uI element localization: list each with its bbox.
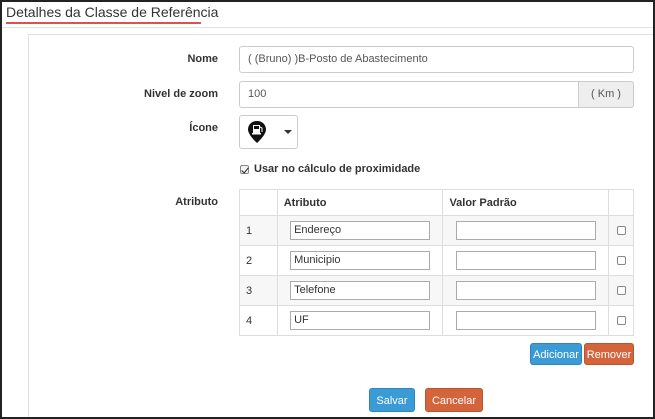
- salvar-button[interactable]: Salvar: [369, 388, 415, 412]
- adicionar-button[interactable]: Adicionar: [530, 343, 582, 365]
- row-checkbox[interactable]: [616, 226, 626, 235]
- page-title: Detalhes da Classe de Referência: [6, 4, 219, 20]
- cancelar-button[interactable]: Cancelar: [425, 388, 483, 412]
- table-row: 4 UF: [239, 305, 634, 336]
- atributo-section-label: Atributo: [175, 196, 218, 208]
- header-atributo: Atributo: [276, 189, 444, 216]
- table-header-row: Atributo Valor Padrão: [239, 189, 634, 216]
- atributo-input[interactable]: UF: [290, 311, 431, 330]
- page-header: Detalhes da Classe de Referência: [2, 2, 653, 28]
- zoom-unit-addon: ( Km ): [579, 81, 634, 108]
- row-checkbox[interactable]: [616, 316, 626, 325]
- row-checkbox[interactable]: [616, 256, 626, 265]
- table-row: 2 Municipio: [239, 245, 634, 276]
- zoom-label: Nivel de zoom: [144, 88, 218, 100]
- zoom-input[interactable]: 100: [239, 81, 579, 108]
- nome-label: Nome: [187, 53, 218, 65]
- icone-label: Ícone: [189, 122, 218, 134]
- row-number: 1: [239, 215, 278, 246]
- icon-select-dropdown[interactable]: [239, 115, 298, 149]
- header-select: [608, 189, 634, 216]
- valor-padrao-input[interactable]: [455, 311, 596, 330]
- table-row: 3 Telefone: [239, 275, 634, 306]
- atributo-input[interactable]: Endereço: [290, 221, 431, 240]
- row-number: 3: [239, 275, 278, 306]
- valor-padrao-input[interactable]: [455, 251, 596, 270]
- header-index: [239, 189, 278, 216]
- fuel-pump-map-pin-icon: [248, 121, 266, 143]
- atributo-input[interactable]: Municipio: [290, 251, 431, 270]
- remover-button[interactable]: Remover: [584, 343, 634, 365]
- valor-padrao-input[interactable]: [455, 281, 596, 300]
- nome-input[interactable]: ( (Bruno) )B-Posto de Abastecimento: [239, 46, 634, 73]
- valor-padrao-input[interactable]: [455, 221, 596, 240]
- proximity-checkbox[interactable]: [240, 165, 249, 174]
- row-number: 4: [239, 305, 278, 336]
- table-row: 1 Endereço: [239, 215, 634, 246]
- chevron-down-icon: [284, 130, 292, 134]
- atributo-input[interactable]: Telefone: [290, 281, 431, 300]
- attributes-table: Atributo Valor Padrão 1 Endereço 2 Munic…: [239, 189, 634, 336]
- header-valor-padrao: Valor Padrão: [442, 189, 610, 216]
- row-checkbox[interactable]: [616, 286, 626, 295]
- proximity-label: Usar no cálculo de proximidade: [254, 163, 421, 175]
- title-underline: [6, 22, 201, 24]
- row-number: 2: [239, 245, 278, 276]
